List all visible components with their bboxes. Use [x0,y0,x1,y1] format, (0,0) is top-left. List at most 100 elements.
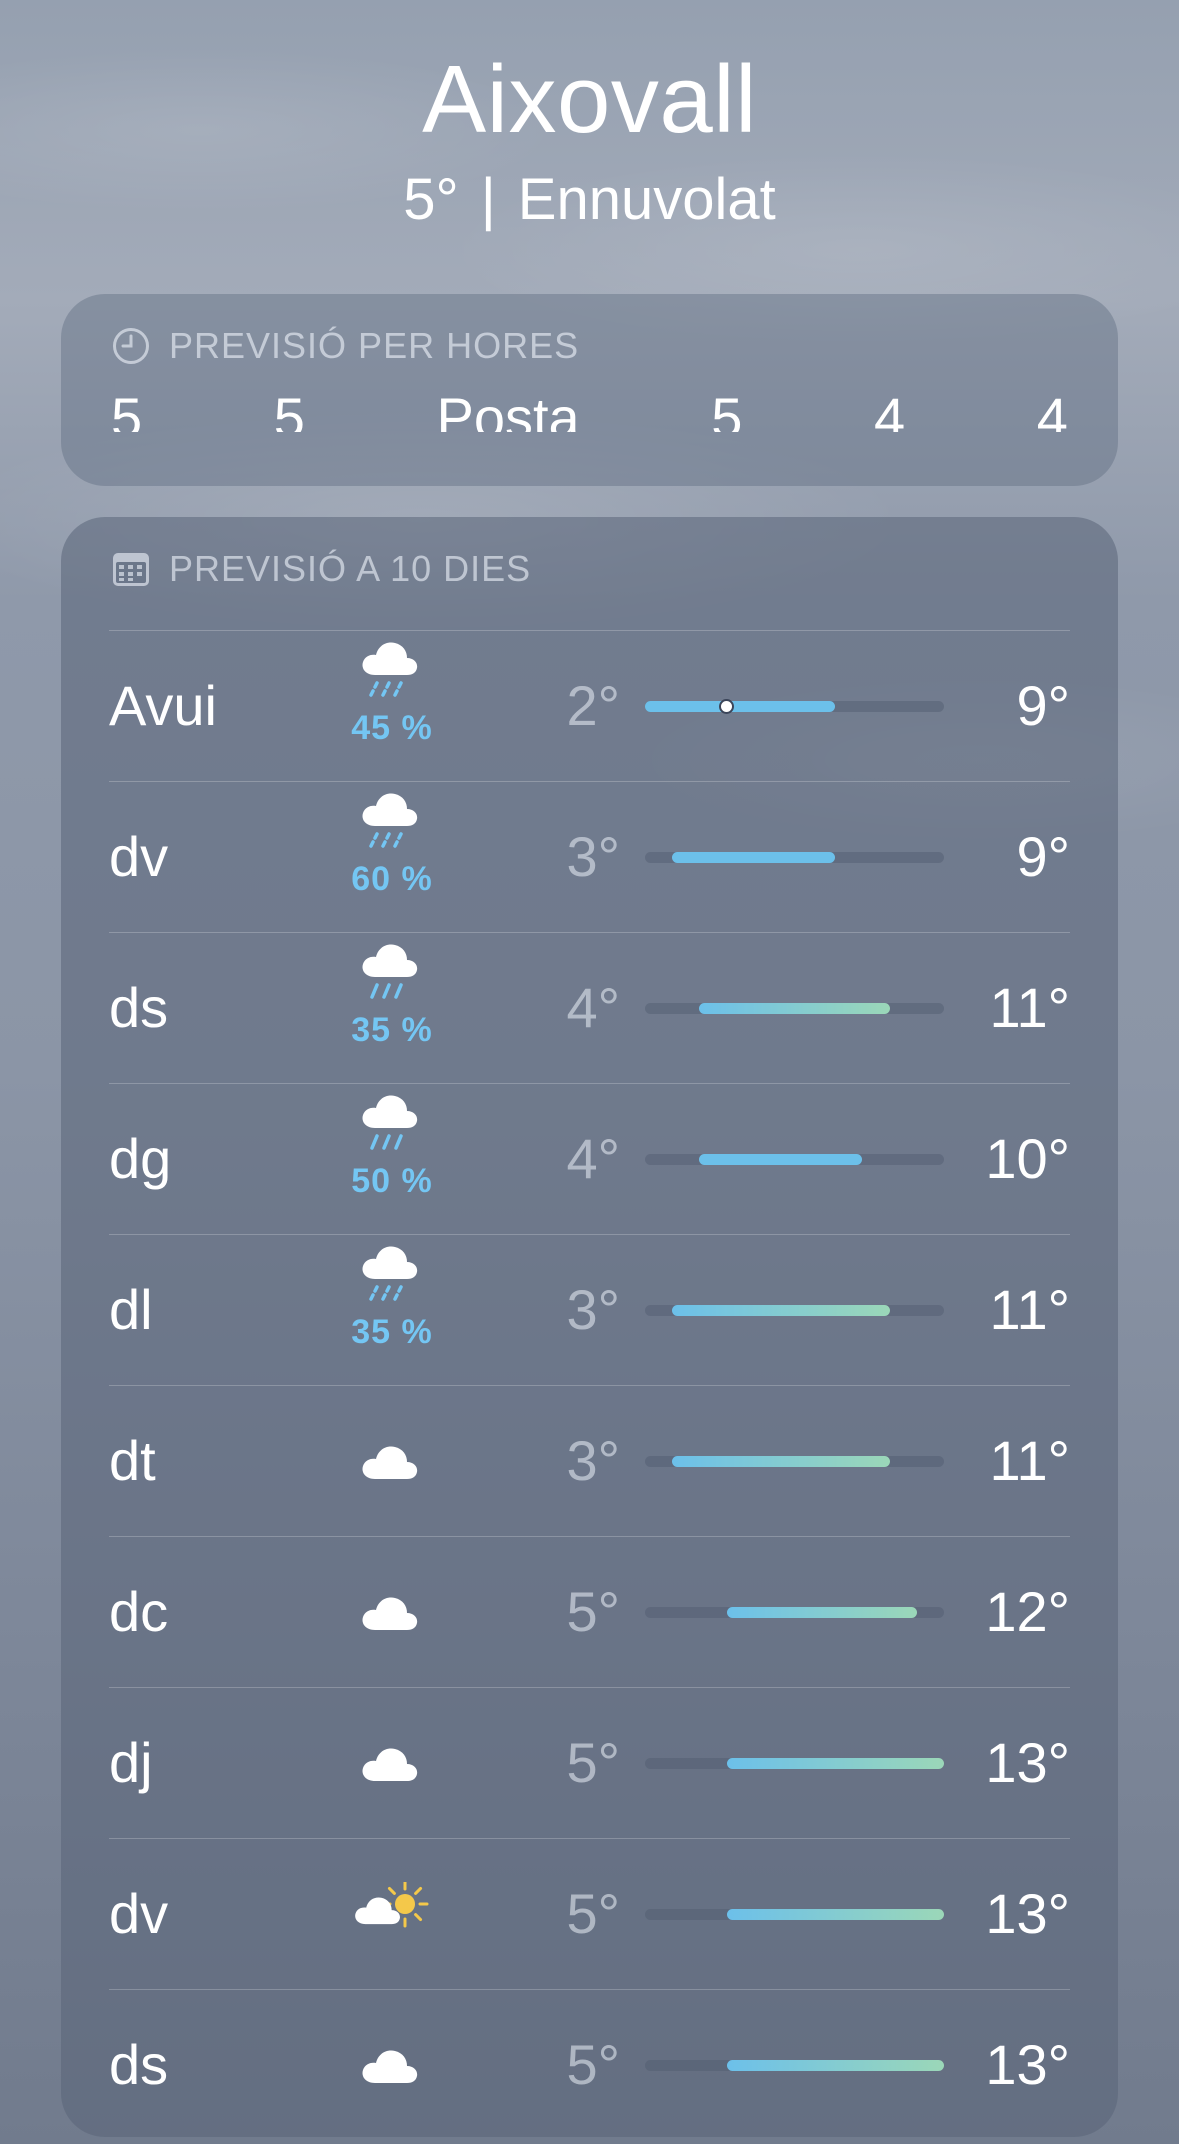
day-row[interactable]: ds 35 % 4° 11° [109,932,1070,1083]
day-label: dj [109,1731,153,1794]
temp-range-bar [699,1154,863,1165]
temp-range-bar [672,1456,890,1467]
day-row[interactable]: dc 5° 12° [109,1536,1070,1687]
temp-range-track [645,1003,944,1014]
precipitation-chance: 45 % [351,709,433,747]
high-temp: 9° [1016,825,1070,888]
hourly-forecast-title: PREVISIÓ PER HORES [169,325,580,366]
day-row[interactable]: Avui 45 % 2° 9° [109,630,1070,781]
ten-day-forecast-header: PREVISIÓ A 10 DIES [111,547,531,591]
high-temp: 10° [985,1127,1070,1190]
day-row[interactable]: ds 5° 13° [109,1989,1070,2140]
low-temp: 5° [566,2033,620,2096]
cloud-heavy-rain-icon [362,944,418,999]
day-label: dt [109,1429,156,1492]
temp-range-bar [672,852,836,863]
weather-icon-cell [327,1537,457,1687]
weather-icon-cell [327,1688,457,1838]
weather-icon-cell: 60 % [327,782,457,932]
weather-icon-cell: 35 % [327,933,457,1083]
temp-range-track [645,1607,944,1618]
precipitation-chance: 50 % [351,1162,433,1200]
hourly-item: 5 [111,386,143,433]
cloud-icon [362,1446,418,1479]
low-temp: 5° [566,1882,620,1945]
clock-icon [113,328,149,364]
day-label: dl [109,1278,153,1341]
temp-range-track [645,2060,944,2071]
day-row[interactable]: dt 3° 11° [109,1385,1070,1536]
low-temp: 4° [566,976,620,1039]
day-label: dc [109,1580,169,1643]
high-temp: 13° [985,2033,1070,2096]
high-temp: 9° [1016,674,1070,737]
cloud-rain-icon [362,642,418,697]
cloud-heavy-rain-icon [362,1095,418,1150]
high-temp: 12° [985,1580,1070,1643]
hourly-item: 4 [1036,386,1068,433]
high-temp: 13° [985,1731,1070,1794]
temp-range-bar [726,1607,917,1618]
day-label: Avui [109,674,217,737]
location-header: Aixovall 5° | Ennuvolat [0,40,1179,236]
temp-range-bar [726,1758,944,1769]
low-temp: 2° [566,674,620,737]
calendar-icon [113,553,149,586]
low-temp: 5° [566,1731,620,1794]
ten-day-forecast-title: PREVISIÓ A 10 DIES [169,548,532,589]
cloud-sun-icon [355,1882,429,1928]
temp-range-track [645,1305,944,1316]
weather-icon-cell: 50 % [327,1084,457,1234]
current-temp: 5° [403,167,459,232]
low-temp: 4° [566,1127,620,1190]
temp-range-track [645,1154,944,1165]
day-label: dg [109,1127,172,1190]
weather-icon-cell [327,1839,457,1989]
day-row[interactable]: dg 50 % 4° 10° [109,1083,1070,1234]
temp-range-bar [726,2060,944,2071]
cloud-icon [362,1748,418,1781]
temp-range-track [645,1456,944,1467]
ten-day-forecast-card[interactable]: PREVISIÓ A 10 DIES Avui 45 % 2° 9° dv 60 % 3° 9… [61,517,1118,2137]
summary-separator: | [480,167,496,232]
temp-range-track [645,699,944,714]
day-row[interactable]: dv 5° 13° [109,1838,1070,1989]
temp-range-track [645,1909,944,1920]
temp-range-bar [645,701,836,712]
hourly-item: Posta [436,386,580,433]
cloud-icon [362,2050,418,2083]
cloud-icon [362,1597,418,1630]
day-label: dv [109,1882,169,1945]
cloud-rain-icon [362,793,418,848]
precipitation-chance: 35 % [351,1011,433,1049]
low-temp: 3° [566,825,620,888]
hourly-item: 5 [711,386,743,433]
day-label: ds [109,2033,169,2096]
temp-range-bar [672,1305,890,1316]
low-temp: 3° [566,1278,620,1341]
current-condition: Ennuvolat [517,167,776,232]
precipitation-chance: 35 % [351,1313,433,1351]
cloud-rain-icon [362,1246,418,1301]
high-temp: 13° [985,1882,1070,1945]
temp-range-bar [726,1909,944,1920]
day-rows: Avui 45 % 2° 9° dv 60 % 3° 9° ds 35 % 4° 11° dg 50 % 4… [109,630,1070,2140]
weather-icon-cell [327,1386,457,1536]
day-label: ds [109,976,169,1039]
high-temp: 11° [989,976,1070,1039]
city-name: Aixovall [422,46,757,153]
weather-icon-cell [327,1990,457,2140]
hourly-forecast-header: PREVISIÓ PER HORES [111,324,579,368]
temp-range-track [645,852,944,863]
hourly-forecast-card[interactable]: PREVISIÓ PER HORES 5 5 Posta 5 4 4 [61,294,1118,486]
day-label: dv [109,825,169,888]
day-row[interactable]: dl 35 % 3° 11° [109,1234,1070,1385]
hourly-strip[interactable]: 5 5 Posta 5 4 4 [111,372,1068,433]
high-temp: 11° [989,1429,1070,1492]
low-temp: 5° [566,1580,620,1643]
day-row[interactable]: dj 5° 13° [109,1687,1070,1838]
day-row[interactable]: dv 60 % 3° 9° [109,781,1070,932]
temp-range-bar [699,1003,890,1014]
high-temp: 11° [989,1278,1070,1341]
hourly-item: 4 [874,386,906,433]
